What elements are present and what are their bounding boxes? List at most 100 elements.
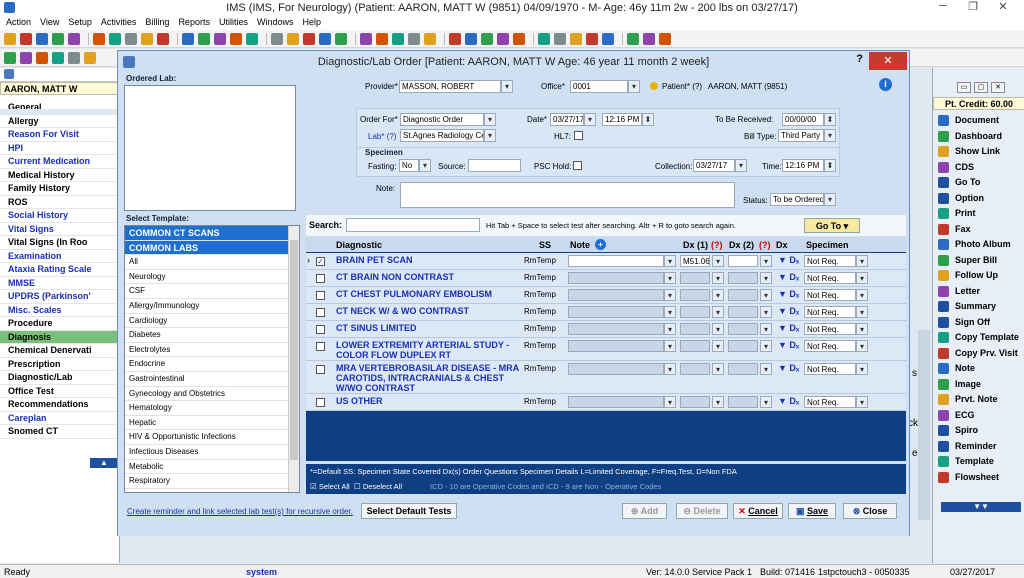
- dx2-field[interactable]: [728, 289, 758, 301]
- right-action-fax[interactable]: Fax: [933, 222, 1024, 238]
- dx1-field[interactable]: [680, 306, 710, 318]
- right-action-letter[interactable]: Letter: [933, 284, 1024, 300]
- date-field[interactable]: 03/27/17: [550, 113, 584, 126]
- toolbar-button-icon[interactable]: [214, 32, 226, 45]
- specimen-select[interactable]: Not Req.: [804, 255, 856, 267]
- template-item[interactable]: All: [125, 255, 299, 270]
- dx-arrow-icon[interactable]: ▼ Dₓ: [778, 363, 799, 373]
- dx1-dropdown-icon[interactable]: ▾: [712, 289, 724, 301]
- toolbar-button-icon[interactable]: [52, 32, 64, 45]
- cancel-button[interactable]: ✕ Cancel: [733, 503, 783, 519]
- specimen-dropdown-icon[interactable]: ▾: [856, 272, 868, 284]
- template-item[interactable]: Allergy/Immunology: [125, 299, 299, 314]
- toolbar2-button-icon[interactable]: [52, 51, 64, 64]
- dx2-dropdown-icon[interactable]: ▾: [760, 306, 772, 318]
- info-icon[interactable]: i: [879, 78, 892, 91]
- template-item[interactable]: Electrolytes: [125, 343, 299, 358]
- right-action-cds[interactable]: CDS: [933, 160, 1024, 176]
- delete-button[interactable]: ⊖ Delete: [676, 503, 728, 519]
- left-nav-item[interactable]: Diagnosis: [0, 330, 119, 344]
- right-action-copy-prv-visit[interactable]: Copy Prv. Visit: [933, 346, 1024, 362]
- toolbar-button-icon[interactable]: [465, 32, 477, 45]
- select-all-link[interactable]: ☑ Select All: [310, 482, 350, 491]
- toolbar-button-icon[interactable]: [68, 32, 80, 45]
- menu-activities[interactable]: Activities: [101, 15, 137, 30]
- restore-icon[interactable]: ❐: [958, 0, 988, 13]
- specimen-dropdown-icon[interactable]: ▾: [856, 340, 868, 352]
- template-item[interactable]: Hematology: [125, 401, 299, 416]
- note-dropdown-icon[interactable]: ▾: [664, 255, 676, 267]
- dx1-field[interactable]: M51.06: [680, 255, 710, 267]
- specimen-select[interactable]: Not Req.: [804, 323, 856, 335]
- source-field[interactable]: [468, 159, 521, 172]
- dx2-field[interactable]: [728, 306, 758, 318]
- note-dropdown-icon[interactable]: ▾: [664, 289, 676, 301]
- toolbar2-button-icon[interactable]: [36, 51, 48, 64]
- row-checkbox[interactable]: [316, 365, 325, 374]
- left-nav-item[interactable]: Recommendations: [0, 398, 119, 412]
- provider-dropdown-icon[interactable]: ▾: [501, 80, 513, 93]
- toolbar-button-icon[interactable]: [424, 32, 436, 45]
- right-action-follow-up[interactable]: Follow Up: [933, 268, 1024, 284]
- toolbar-button-icon[interactable]: [93, 32, 105, 45]
- dialog-close-button[interactable]: ✕: [869, 52, 907, 70]
- table-row[interactable]: US OTHER RmTemp ▾ ▾ ▾ ▼ Dₓ Not Req. ▾: [306, 394, 906, 411]
- psc-hold-checkbox[interactable]: [573, 161, 582, 170]
- dx1-dropdown-icon[interactable]: ▾: [712, 363, 724, 375]
- toolbar-button-icon[interactable]: [392, 32, 404, 45]
- template-item[interactable]: Infectious Diseases: [125, 445, 299, 460]
- dx-arrow-icon[interactable]: ▼ Dₓ: [778, 255, 799, 265]
- specimen-dropdown-icon[interactable]: ▾: [856, 323, 868, 335]
- dx2-dropdown-icon[interactable]: ▾: [760, 272, 772, 284]
- dx1-field[interactable]: [680, 272, 710, 284]
- toolbar-button-icon[interactable]: [246, 32, 258, 45]
- hl7-checkbox[interactable]: [574, 131, 583, 140]
- left-nav-item[interactable]: Vital Signs (In Roo: [0, 236, 119, 250]
- note-select[interactable]: [568, 306, 664, 318]
- dx-arrow-icon[interactable]: ▼ Dₓ: [778, 323, 799, 333]
- toolbar-button-icon[interactable]: [335, 32, 347, 45]
- dx2-dropdown-icon[interactable]: ▾: [760, 340, 772, 352]
- template-item[interactable]: Endocrine: [125, 357, 299, 372]
- left-nav-item[interactable]: Diagnostic/Lab: [0, 371, 119, 385]
- toolbar-button-icon[interactable]: [376, 32, 388, 45]
- save-button[interactable]: ▣ Save: [788, 503, 836, 519]
- right-action-summary[interactable]: Summary: [933, 299, 1024, 315]
- left-scroll-down[interactable]: ▲: [90, 458, 118, 468]
- left-nav-item[interactable]: Vital Signs: [0, 223, 119, 236]
- toolbar-button-icon[interactable]: [36, 32, 48, 45]
- dx2-dropdown-icon[interactable]: ▾: [760, 289, 772, 301]
- left-nav-item[interactable]: Prescription: [0, 358, 119, 371]
- toolbar-button-icon[interactable]: [4, 32, 16, 45]
- right-action-prvt-note[interactable]: Prvt. Note: [933, 392, 1024, 408]
- dx2-field[interactable]: [728, 396, 758, 408]
- specimen-select[interactable]: Not Req.: [804, 363, 856, 375]
- table-row[interactable]: CT NECK W/ & WO CONTRAST RmTemp ▾ ▾ ▾ ▼ Dₓ Not…: [306, 304, 906, 321]
- note-select[interactable]: [568, 363, 664, 375]
- fasting-select[interactable]: No: [399, 159, 419, 172]
- toolbar-button-icon[interactable]: [513, 32, 525, 45]
- left-nav-item[interactable]: MMSE: [0, 277, 119, 290]
- note-select[interactable]: [568, 289, 664, 301]
- dx2-dropdown-icon[interactable]: ▾: [760, 396, 772, 408]
- bill-type-select[interactable]: Third Party: [778, 129, 824, 142]
- office-select[interactable]: 0001: [570, 80, 628, 93]
- select-default-tests-button[interactable]: Select Default Tests: [361, 503, 457, 519]
- right-action-document[interactable]: Document: [933, 113, 1024, 129]
- left-nav-item[interactable]: Procedure: [0, 317, 119, 331]
- table-row[interactable]: CT CHEST PULMONARY EMBOLISM RmTemp ▾ ▾ ▾ ▼ Dₓ…: [306, 287, 906, 304]
- reminder-link[interactable]: Create reminder and link selected lab te…: [127, 507, 353, 516]
- left-nav-item[interactable]: Snomed CT: [0, 425, 119, 439]
- search-input[interactable]: [346, 218, 480, 232]
- template-scrollbar[interactable]: [288, 226, 299, 492]
- status-dropdown-icon[interactable]: ▾: [824, 193, 836, 206]
- specimen-dropdown-icon[interactable]: ▾: [856, 396, 868, 408]
- menu-view[interactable]: View: [40, 15, 59, 30]
- time-spin-icon[interactable]: ⬍: [642, 113, 654, 126]
- toolbar-button-icon[interactable]: [20, 32, 32, 45]
- close-window-icon[interactable]: ✕: [988, 0, 1018, 13]
- template-item[interactable]: Gynecology and Obstetrics: [125, 387, 299, 402]
- row-checkbox[interactable]: [316, 308, 325, 317]
- right-scroll-down[interactable]: ▼▼: [941, 502, 1021, 512]
- collection-time-spin-icon[interactable]: ⬍: [824, 159, 836, 172]
